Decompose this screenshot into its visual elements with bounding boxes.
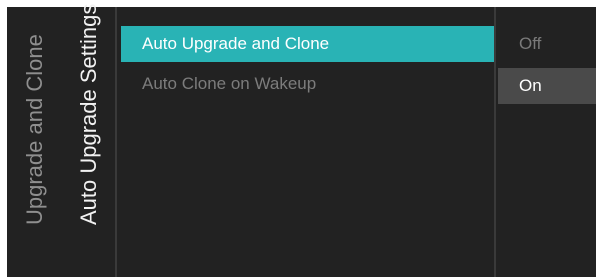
settings-menu: Auto Upgrade and Clone Auto Clone on Wak…: [117, 7, 494, 277]
menu-item-auto-clone-on-wakeup[interactable]: Auto Clone on Wakeup: [121, 66, 494, 102]
options-panel: Off On: [496, 7, 596, 277]
breadcrumb-current-column[interactable]: Auto Upgrade Settings: [63, 3, 115, 277]
option-on[interactable]: On: [498, 68, 596, 104]
tv-settings-screen: Upgrade and Clone Auto Upgrade Settings …: [7, 3, 596, 277]
option-off[interactable]: Off: [498, 26, 596, 62]
breadcrumb-current: Auto Upgrade Settings: [76, 3, 101, 225]
breadcrumb-parent-column[interactable]: Upgrade and Clone: [7, 7, 63, 277]
menu-item-auto-upgrade-and-clone[interactable]: Auto Upgrade and Clone: [121, 26, 494, 62]
breadcrumb-parent: Upgrade and Clone: [22, 34, 47, 225]
